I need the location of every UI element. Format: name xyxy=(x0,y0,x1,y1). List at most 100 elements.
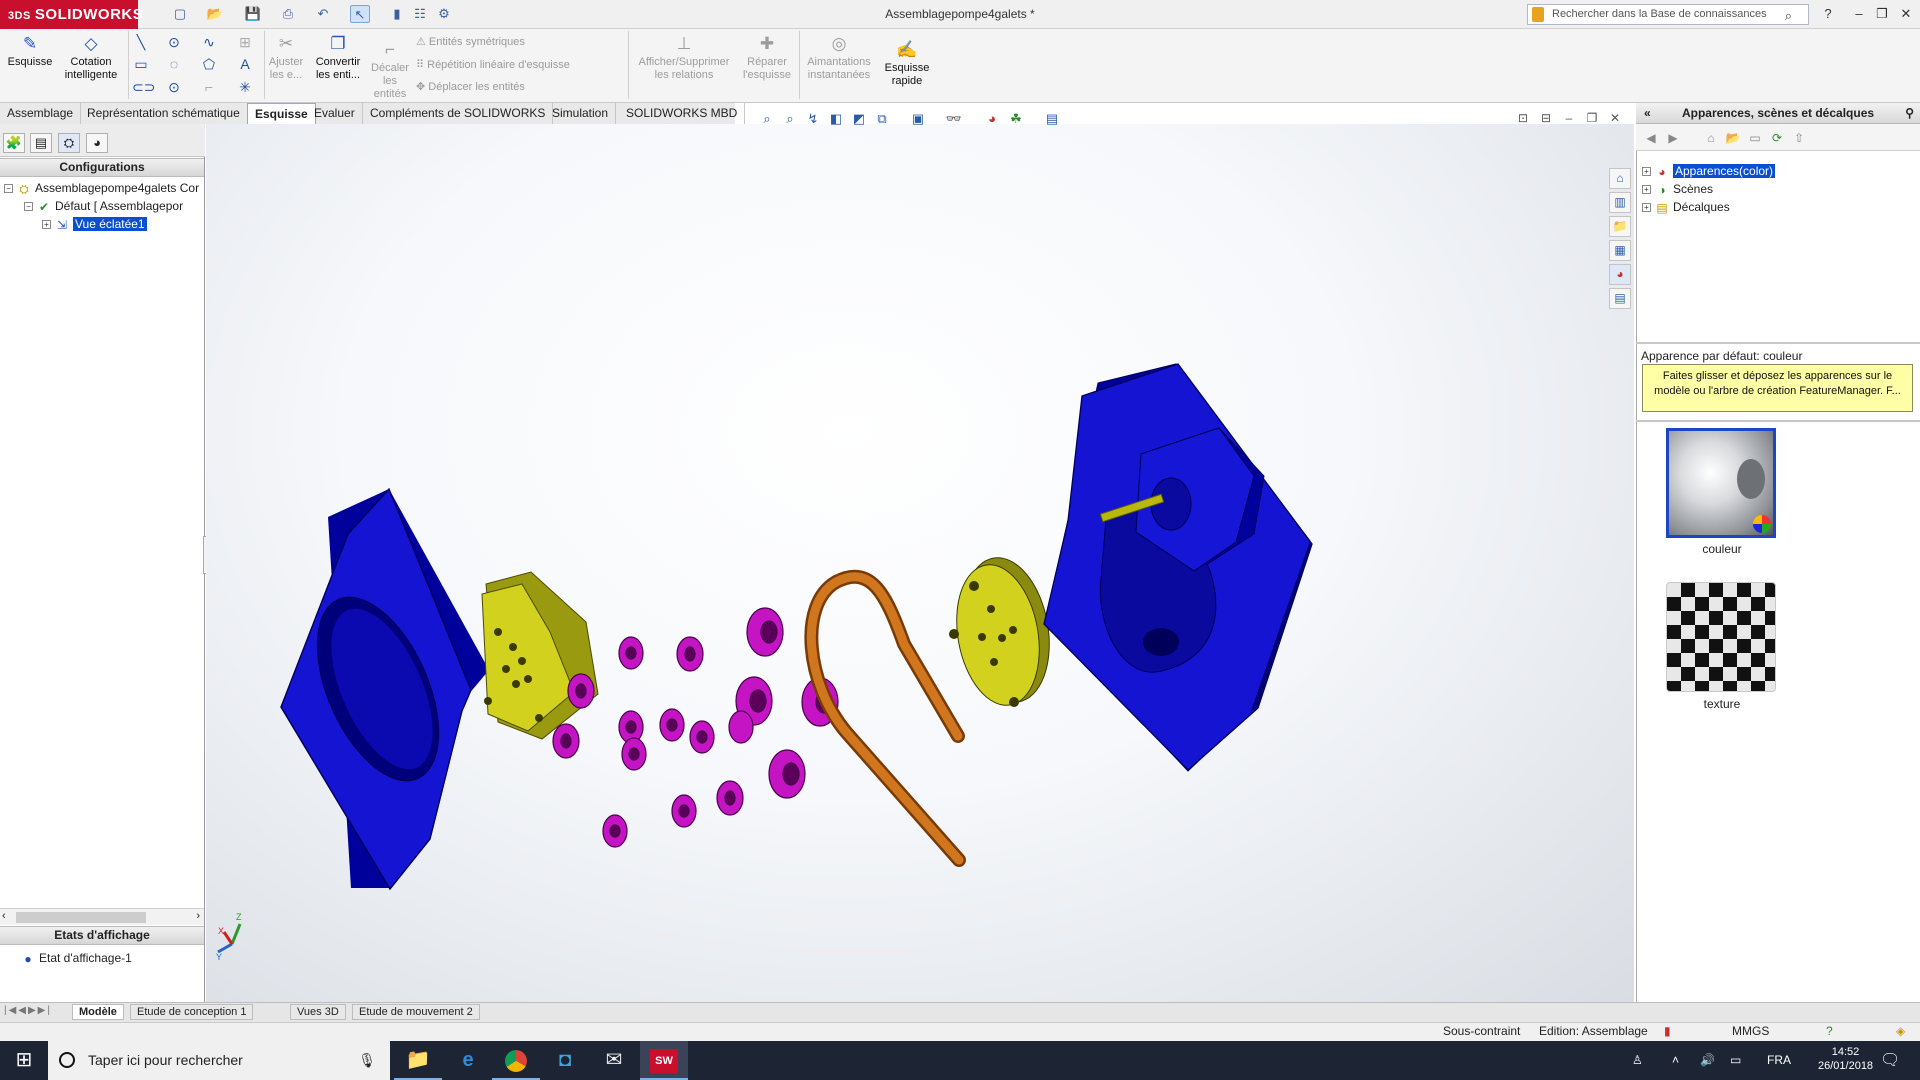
viewport-minimize-button[interactable]: – xyxy=(1560,110,1578,126)
appearance-thumb-texture[interactable] xyxy=(1666,582,1776,692)
clock[interactable]: 14:52 26/01/2018 xyxy=(1818,1045,1873,1073)
expand-icon[interactable]: + xyxy=(1642,185,1651,195)
action-center-icon[interactable]: 🗨 xyxy=(1880,1041,1900,1080)
collapse-pane-icon[interactable]: « xyxy=(1644,103,1651,123)
tray-expand-icon[interactable]: ˄ xyxy=(1672,1041,1679,1080)
forward-icon[interactable]: ▶ xyxy=(1664,129,1682,147)
appearances-scenes-icon[interactable]: ◕ xyxy=(1609,264,1631,285)
solidworks-resources-icon[interactable]: ⌂ xyxy=(1609,168,1631,189)
people-icon[interactable]: ♙ xyxy=(1632,1041,1643,1080)
microphone-icon[interactable]: 🎙 xyxy=(358,1041,376,1080)
print-icon[interactable]: ⎙ xyxy=(278,5,298,23)
display-relations-button[interactable]: ⊥ Afficher/Supprimer les relations xyxy=(633,34,735,82)
restore-button[interactable]: ❐ xyxy=(1872,4,1892,24)
mail-icon[interactable]: ✉ xyxy=(590,1041,638,1080)
housing-block-right[interactable] xyxy=(1043,363,1313,772)
hide-show-icon[interactable]: 👓 xyxy=(944,110,964,128)
zoom-to-area-icon[interactable]: ⌕ xyxy=(780,110,800,128)
tab-modele[interactable]: Modèle xyxy=(72,1004,124,1020)
move-entities-button[interactable]: ✥ Déplacer les entités xyxy=(416,80,525,93)
tree-config-default[interactable]: − ✔ Défaut [ Assemblagepor xyxy=(24,198,183,215)
repair-sketch-button[interactable]: ✚ Réparer l'esquisse xyxy=(738,34,796,82)
cam-disc-yellow[interactable] xyxy=(946,551,1060,712)
appearance-thumb-couleur[interactable] xyxy=(1666,428,1776,538)
rectangle-icon[interactable]: ▭ xyxy=(132,55,150,73)
back-icon[interactable]: ◀ xyxy=(1642,129,1660,147)
dynamic-annotation-icon[interactable]: ◩ xyxy=(849,110,869,128)
display-style-icon[interactable]: ▣ xyxy=(908,110,928,128)
apply-scene-icon[interactable]: ☘ xyxy=(1006,110,1026,128)
tab-assemblage[interactable]: Assemblage xyxy=(0,103,82,124)
collapse-icon[interactable]: − xyxy=(24,202,33,212)
tab-scroll-arrows-icon[interactable]: |◀◀▶▶| xyxy=(4,1005,52,1016)
surface-icon[interactable]: ⊞ xyxy=(236,33,254,51)
network-icon[interactable]: ▭ xyxy=(1730,1041,1741,1080)
section-view-icon[interactable]: ◧ xyxy=(826,110,846,128)
smart-dimension-button[interactable]: ◇ Cotation intelligente xyxy=(58,34,124,82)
status-tag-icon[interactable]: ◈ xyxy=(1896,1024,1905,1038)
view-palette-icon[interactable]: ▦ xyxy=(1609,240,1631,261)
taskbar-search[interactable]: Taper ici pour rechercher 🎙 xyxy=(48,1041,390,1080)
collapse-icon[interactable]: − xyxy=(4,184,13,194)
tab-complements[interactable]: Compléments de SOLIDWORKS xyxy=(363,103,554,124)
unit-system-selector[interactable]: MMGS xyxy=(1732,1024,1769,1038)
configurationmanager-tab-icon[interactable]: ⛭ xyxy=(58,133,80,153)
help-icon[interactable]: ? xyxy=(1818,4,1838,24)
arc-icon[interactable]: ◌ xyxy=(165,55,183,73)
file-explorer-app-icon[interactable]: 📁 xyxy=(394,1041,442,1080)
featuremanager-tab-icon[interactable]: 🧩 xyxy=(3,133,25,153)
home-icon[interactable]: ⌂ xyxy=(1702,129,1720,147)
search-icon[interactable]: ⌕ xyxy=(1785,6,1792,25)
circle-icon[interactable]: ⊙ xyxy=(165,33,183,51)
store-icon[interactable]: ◘ xyxy=(541,1041,589,1080)
linear-pattern-button[interactable]: ⠿ Répétition linéaire d'esquisse xyxy=(416,58,570,71)
add-folder-icon[interactable]: 📂 xyxy=(1724,129,1742,147)
save-icon[interactable]: 💾 xyxy=(243,5,263,23)
solidworks-taskbar-icon[interactable]: SW xyxy=(640,1041,688,1080)
tab-evaluer[interactable]: Evaluer xyxy=(307,103,363,124)
chamfer-icon[interactable]: ⌐ xyxy=(200,78,218,96)
close-button[interactable]: ✕ xyxy=(1896,4,1916,24)
edit-appearance-icon[interactable]: ◕ xyxy=(982,110,1002,128)
tab-solidworks-mbd[interactable]: SOLIDWORKS MBD xyxy=(619,103,746,124)
horizontal-scrollbar[interactable]: ‹ › xyxy=(0,908,204,925)
scroll-thumb[interactable] xyxy=(16,912,146,923)
exploded-assembly-svg[interactable]: Y Z X xyxy=(206,124,1634,1002)
quick-snaps-button[interactable]: ◎ Aimantations instantanées xyxy=(802,34,876,82)
scroll-left-icon[interactable]: ‹ xyxy=(2,910,6,922)
tab-esquisse[interactable]: Esquisse xyxy=(247,103,316,124)
view-orientation-icon[interactable]: ⧉ xyxy=(872,110,892,128)
displaymanager-tab-icon[interactable]: ◕ xyxy=(86,133,108,153)
windows-start-icon[interactable]: ⊞ xyxy=(0,1041,48,1080)
pump-rollers[interactable] xyxy=(552,607,839,848)
sketch-button[interactable]: ✎ Esquisse xyxy=(6,34,54,69)
expand-icon[interactable]: + xyxy=(42,220,51,230)
housing-plate-left[interactable] xyxy=(280,487,489,891)
options-icon[interactable]: ⚙ xyxy=(434,5,454,23)
convert-entities-button[interactable]: ❐ Convertir les enti... xyxy=(308,34,368,82)
tree-decals[interactable]: + ▤ Décalques xyxy=(1642,199,1730,216)
slot-icon[interactable]: ⊂⊃ xyxy=(132,78,155,96)
tree-appearances[interactable]: + ◕ Apparences(color) xyxy=(1642,163,1776,180)
tree-scenes[interactable]: + ◑ Scènes xyxy=(1642,181,1713,198)
text-icon[interactable]: A xyxy=(236,55,254,73)
tab-vues-3d[interactable]: Vues 3D xyxy=(290,1004,346,1020)
trim-entities-button[interactable]: ✂ Ajuster les e... xyxy=(266,34,306,82)
copper-tube[interactable] xyxy=(804,569,966,867)
line-icon[interactable]: ╲ xyxy=(132,33,150,51)
undo-icon[interactable]: ↶ xyxy=(313,5,333,23)
tab-etude-mouvement[interactable]: Etude de mouvement 2 xyxy=(352,1004,480,1020)
knowledge-base-search[interactable]: Rechercher dans la Base de connaissances… xyxy=(1527,4,1809,25)
viewport-tile-icon[interactable]: ⊡ xyxy=(1514,110,1532,126)
design-library-icon[interactable]: ▥ xyxy=(1609,192,1631,213)
chrome-icon[interactable] xyxy=(492,1041,540,1080)
display-state-item[interactable]: ● Etat d'affichage-1 xyxy=(20,950,131,967)
up-level-icon[interactable]: ⇧ xyxy=(1790,129,1808,147)
expand-icon[interactable]: + xyxy=(1642,203,1651,213)
fillet-icon[interactable]: ⊙ xyxy=(165,78,183,96)
polygon-icon[interactable]: ⬠ xyxy=(200,55,218,73)
rapid-sketch-button[interactable]: ✍ Esquisse rapide xyxy=(878,40,936,88)
tab-etude-conception[interactable]: Etude de conception 1 xyxy=(130,1004,254,1020)
point-icon[interactable]: ✳ xyxy=(236,78,254,96)
tree-exploded-view[interactable]: + ⇲ Vue éclatée1 xyxy=(42,216,147,233)
